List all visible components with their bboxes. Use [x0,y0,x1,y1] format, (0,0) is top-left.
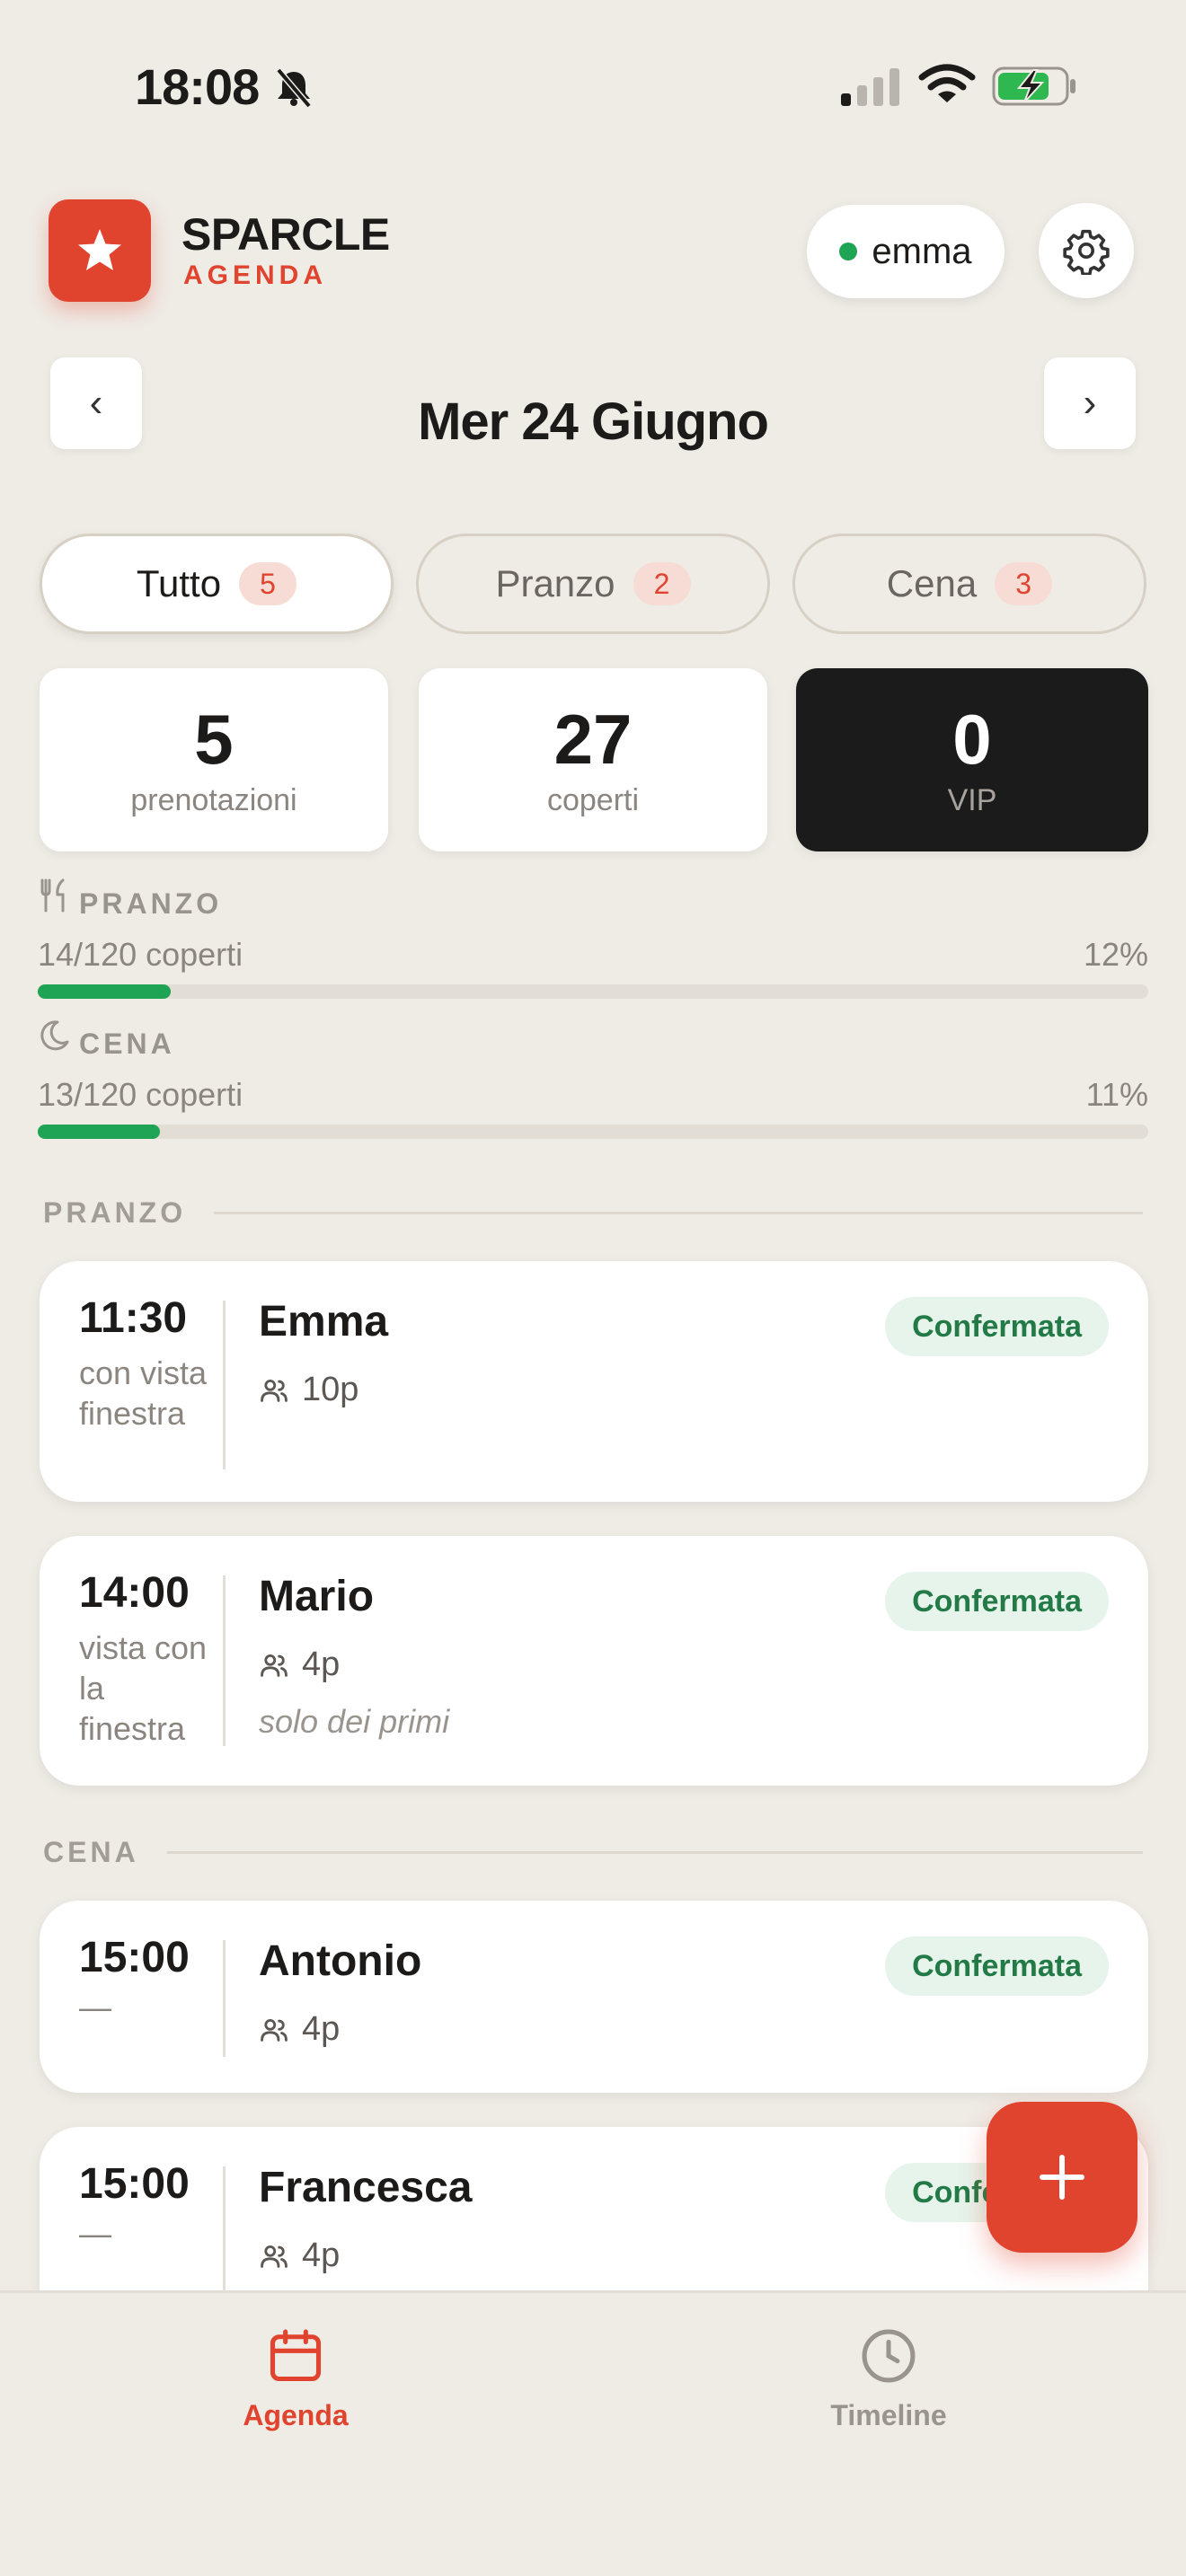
party-size-label: 4p [302,2010,341,2048]
party-size-label: 10p [302,1371,359,1408]
add-reservation-button[interactable] [987,2102,1137,2253]
reservation-name: Mario [259,1573,375,1620]
reservation-note: — [79,2215,111,2252]
nav-tab-label: Agenda [243,2399,349,2431]
reservation-note: vista con la finestra [79,1629,208,1747]
stat-value: 5 [194,700,234,779]
filter-tab-tutto[interactable]: Tutto 5 [40,534,394,634]
capacity-percent: 11% [1085,1076,1148,1113]
capacity-percent: 12% [1083,936,1148,973]
nav-tab-timeline[interactable]: Timeline [754,2325,1023,2432]
capacity-title: PRANZO [79,887,223,920]
card-divider [223,1575,226,1746]
filter-count-badge: 5 [239,562,297,605]
reservation-card[interactable]: 11:30 con vista finestra Emma 10p Confer… [40,1261,1148,1502]
card-divider [223,1301,226,1469]
online-status-dot [839,243,858,260]
people-icon [261,2018,288,2042]
people-icon [261,1379,288,1402]
user-pill[interactable]: emma [807,205,1005,298]
bottom-navigation: Agenda Timeline [0,2290,1186,2576]
status-badge: Confermata [885,1936,1109,1996]
reservation-time: 15:00 [79,1934,190,1981]
section-heading: CENA [43,1836,139,1868]
bell-muted-icon [276,67,312,108]
filter-tab-cena[interactable]: Cena 3 [792,534,1146,634]
party-size: 4p [259,1645,340,1684]
user-name: emma [872,231,972,271]
battery-charging-icon [992,66,1075,106]
reservation-card[interactable]: 15:00 — Antonio 4p Confermata [40,1901,1148,2093]
stat-value: 27 [553,700,633,779]
reservation-note: con vista finestra [79,1354,208,1432]
stat-card-vip[interactable]: 0 VIP [796,668,1148,851]
people-icon [261,2245,288,2268]
card-divider [223,1940,226,2057]
capacity-bar-fill [38,1125,160,1139]
stat-label: prenotazioni [130,783,297,817]
reservation-name: Antonio [259,1937,422,1985]
filter-count-badge: 3 [995,562,1053,605]
gear-icon [1063,229,1110,275]
stat-label: coperti [546,783,640,817]
moon-icon [40,1020,69,1051]
brand-name: SPARCLE [181,209,390,260]
capacity-text: 14/120 coperti [38,936,243,973]
reservation-time: 15:00 [79,2160,190,2208]
reservation-name: Emma [259,1298,389,1345]
next-day-button[interactable]: › [1044,357,1136,449]
filter-tab-label: Tutto [136,562,222,604]
capacity-text: 13/120 coperti [38,1076,243,1113]
calendar-icon [270,2329,322,2382]
party-size: 4p [259,2010,340,2049]
reservation-time: 14:00 [79,1569,190,1617]
party-size: 4p [259,2236,340,2275]
status-badge: Confermata [885,1572,1109,1631]
filter-tab-label: Cena [886,562,978,604]
reservation-card[interactable]: 14:00 vista con la finestra Mario 4p sol… [40,1536,1148,1786]
date-title: Mer 24 Giugno [418,393,769,451]
reservation-note: — [79,1989,111,2025]
capacity-bar-fill [38,984,172,999]
signal-icon [841,68,899,106]
party-size-label: 4p [302,2236,341,2274]
reservation-name: Francesca [259,2164,473,2211]
section-heading: PRANZO [43,1196,187,1229]
plus-icon [1040,2155,1084,2200]
star-icon [78,229,121,270]
clock-icon [862,2329,916,2383]
filter-tab-pranzo[interactable]: Pranzo 2 [416,534,770,634]
stat-card-covers: 27 coperti [419,668,767,851]
capacity-bar [38,1125,1148,1139]
settings-button[interactable] [1039,203,1134,298]
reservation-comment: solo dei primi [259,1703,450,1740]
utensils-icon [40,878,65,913]
capacity-bar [38,984,1148,999]
stat-value: 0 [952,700,992,779]
reservation-time: 11:30 [79,1294,188,1342]
status-bar: 18:08 [0,0,1186,171]
stat-card-bookings: 5 prenotazioni [40,668,388,851]
party-size-label: 4p [302,1645,341,1683]
status-badge: Confermata [885,1297,1109,1356]
people-icon [261,1654,288,1677]
brand-subtitle: AGENDA [183,260,328,290]
stat-label: VIP [947,783,997,817]
status-time: 18:08 [135,58,260,115]
party-size: 10p [259,1371,358,1409]
app-logo [49,199,151,302]
filter-tab-label: Pranzo [495,562,615,604]
filter-count-badge: 2 [633,562,691,605]
nav-tab-agenda[interactable]: Agenda [161,2325,430,2432]
capacity-title: CENA [79,1028,175,1060]
section-divider [214,1212,1143,1214]
nav-tab-label: Timeline [830,2399,947,2431]
section-divider [167,1851,1143,1854]
wifi-icon [918,64,976,102]
